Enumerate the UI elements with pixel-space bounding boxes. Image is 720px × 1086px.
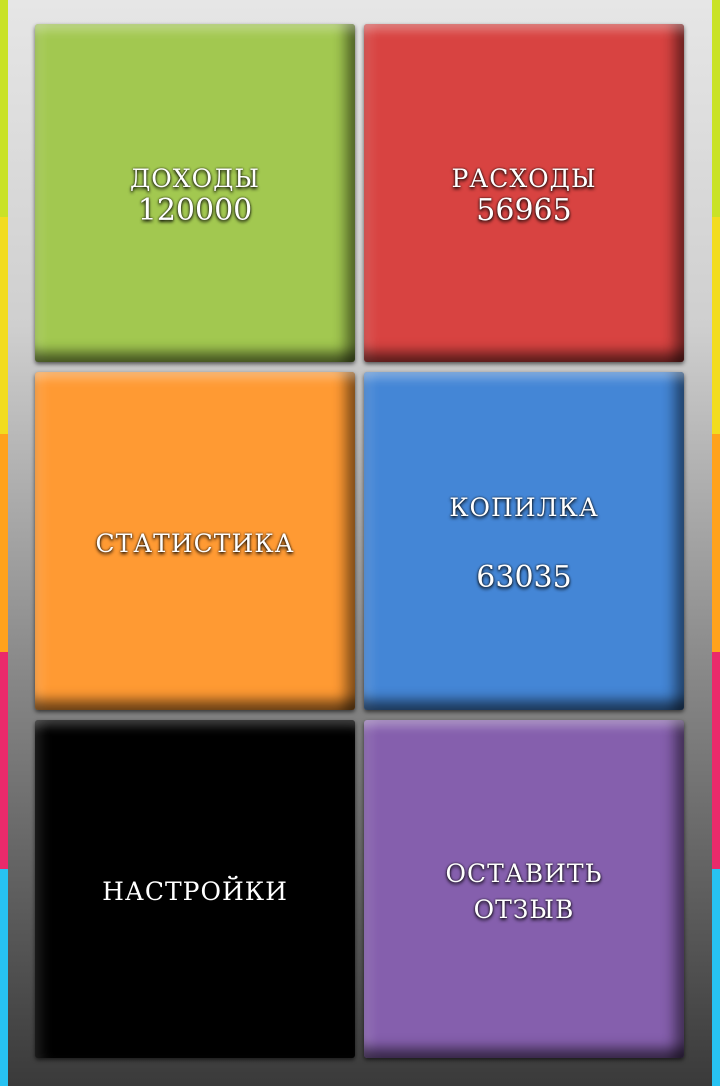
left-color-edge — [0, 0, 8, 1086]
right-color-edge — [712, 0, 720, 1086]
edge-segment — [712, 217, 720, 435]
piggy-bank-tile[interactable]: Копилка 63035 — [364, 372, 684, 710]
feedback-tile[interactable]: Оставить отзыв — [364, 720, 684, 1058]
edge-segment — [712, 0, 720, 218]
edge-segment — [0, 868, 8, 1086]
edge-segment — [0, 217, 8, 435]
income-value: 120000 — [137, 193, 253, 228]
edge-segment — [712, 651, 720, 869]
edge-segment — [712, 434, 720, 652]
edge-segment — [0, 434, 8, 652]
feedback-label-line1: Оставить — [445, 850, 603, 891]
edge-segment — [0, 0, 8, 218]
feedback-label-line2: отзыв — [473, 886, 575, 927]
income-label: Доходы — [129, 155, 261, 196]
app-screen: Доходы 120000 Расходы 56965 Статистика К… — [0, 0, 720, 1086]
expenses-label: Расходы — [451, 155, 597, 196]
menu-panel: Доходы 120000 Расходы 56965 Статистика К… — [8, 0, 712, 1086]
piggy-bank-label: Копилка — [449, 484, 599, 525]
settings-tile[interactable]: Настройки — [35, 720, 355, 1058]
statistics-tile[interactable]: Статистика — [35, 372, 355, 710]
piggy-bank-value: 63035 — [476, 560, 572, 595]
statistics-label: Статистика — [95, 520, 295, 561]
expenses-tile[interactable]: Расходы 56965 — [364, 24, 684, 362]
edge-segment — [712, 868, 720, 1086]
edge-segment — [0, 651, 8, 869]
income-tile[interactable]: Доходы 120000 — [35, 24, 355, 362]
settings-label: Настройки — [102, 868, 288, 909]
expenses-value: 56965 — [476, 193, 572, 228]
